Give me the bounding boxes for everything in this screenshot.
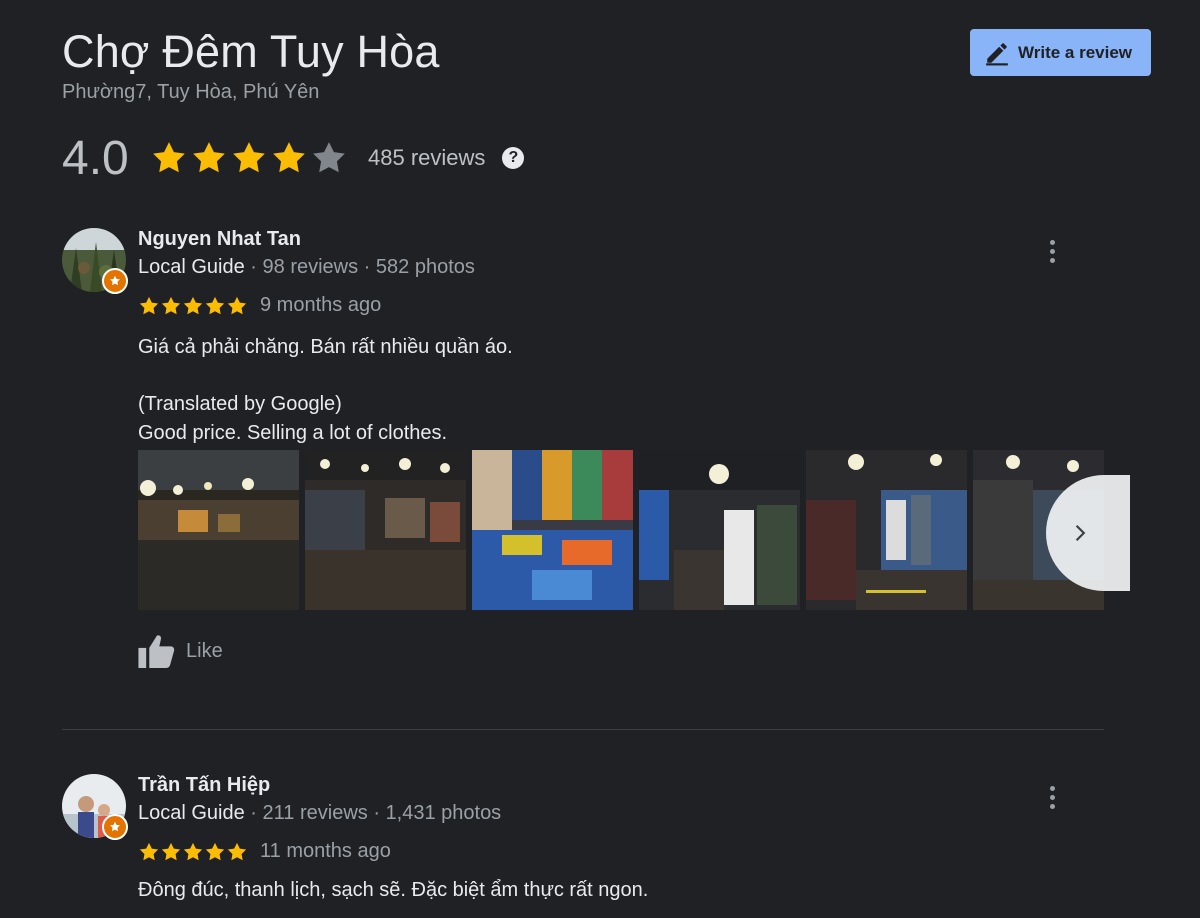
review-card: Nguyen Nhat Tan Local Guide · 98 reviews… [62, 228, 1130, 698]
review-text-original: Đông đúc, thanh lịch, sạch sẽ. Đặc biệt … [138, 879, 649, 901]
place-title: Chợ Đêm Tuy Hòa [62, 26, 440, 77]
help-icon[interactable]: ? [502, 147, 525, 169]
local-guide-label: Local Guide [138, 256, 245, 278]
local-guide-badge-icon [102, 814, 128, 840]
reviewer-name[interactable]: Nguyen Nhat Tan [138, 228, 301, 251]
local-guide-label: Local Guide [138, 802, 245, 824]
chevron-right-icon [1075, 524, 1086, 542]
reviewer-avatar[interactable] [62, 228, 128, 294]
like-button[interactable]: Like [138, 634, 223, 668]
average-rating: 4.0 [62, 131, 129, 185]
star-filled-icon [161, 296, 181, 314]
reviewer-meta: Local Guide · 211 reviews · 1,431 photos [138, 802, 501, 825]
review-text-original: Giá cả phải chăng. Bán rất nhiều quần áo… [138, 336, 513, 358]
review-rating-row: 11 months ago [138, 840, 391, 863]
reviewer-name[interactable]: Trần Tấn Hiệp [138, 774, 270, 797]
star-empty-icon [313, 142, 345, 173]
star-filled-icon [183, 296, 203, 314]
average-rating-stars [150, 139, 348, 177]
review-stars [138, 841, 248, 863]
review-time: 9 months ago [260, 294, 382, 316]
star-filled-icon [205, 842, 225, 860]
star-filled-icon [227, 842, 247, 860]
review-photo[interactable] [806, 450, 967, 610]
thumbs-up-icon [138, 635, 175, 668]
write-review-label: Write a review [1018, 42, 1133, 62]
place-address: Phường7, Tuy Hòa, Phú Yên [62, 81, 320, 103]
pencil-icon [986, 42, 1008, 65]
review-text-translated: Good price. Selling a lot of clothes. [138, 422, 448, 444]
reviewer-avatar[interactable] [62, 774, 128, 840]
rating-summary: 4.0 485 reviews ? [62, 131, 525, 185]
review-photo[interactable] [639, 450, 800, 610]
like-label: Like [186, 639, 223, 662]
reviewer-stats: · 211 reviews · 1,431 photos [244, 802, 502, 824]
star-filled-icon [139, 296, 159, 314]
star-filled-icon [153, 142, 185, 173]
star-filled-icon [161, 842, 181, 860]
write-review-button[interactable]: Write a review [970, 29, 1151, 76]
review-time: 11 months ago [260, 840, 391, 862]
star-filled-icon [139, 842, 159, 860]
review-card: Trần Tấn Hiệp Local Guide · 211 reviews … [62, 774, 1104, 914]
review-photo[interactable] [305, 450, 466, 610]
star-filled-icon [227, 296, 247, 314]
star-filled-icon [273, 142, 305, 173]
review-stars [138, 295, 248, 317]
reviewer-stats: · 98 reviews · 582 photos [244, 256, 475, 278]
more-options-button[interactable] [1038, 782, 1066, 812]
translated-by-label: (Translated by Google) [138, 393, 342, 415]
review-rating-row: 9 months ago [138, 294, 381, 317]
review-divider [62, 729, 1104, 730]
total-review-count: 485 reviews [368, 145, 486, 170]
reviewer-meta: Local Guide · 98 reviews · 582 photos [138, 256, 475, 279]
more-options-button[interactable] [1038, 236, 1066, 266]
review-photo[interactable] [472, 450, 633, 610]
reviews-page: Chợ Đêm Tuy Hòa Phường7, Tuy Hòa, Phú Yê… [0, 0, 1200, 918]
star-filled-icon [183, 842, 203, 860]
review-photo[interactable] [138, 450, 299, 610]
star-filled-icon [205, 296, 225, 314]
local-guide-badge-icon [102, 268, 128, 294]
review-photos [138, 450, 1104, 610]
star-filled-icon [233, 142, 265, 173]
star-filled-icon [193, 142, 225, 173]
